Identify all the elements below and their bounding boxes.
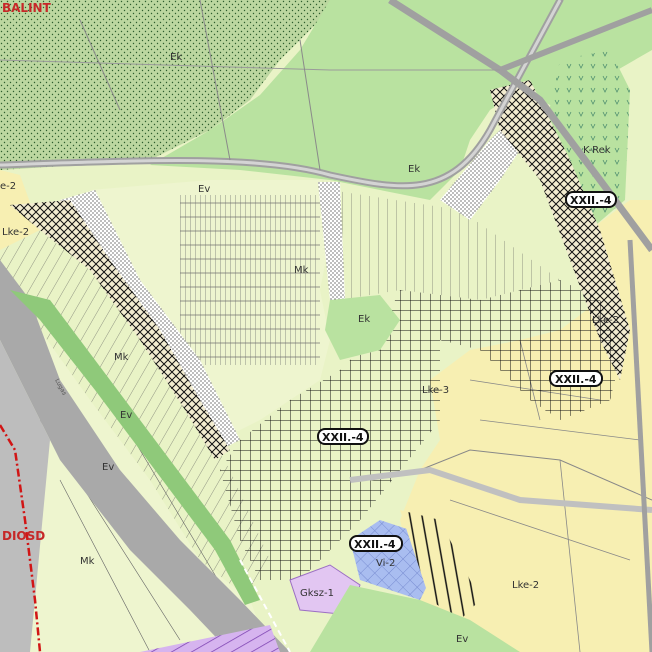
zone-label-e2: e-2 [0,181,16,192]
zoning-map[interactable]: Lugas BALINT DIOSD Ek Ek Ek Ev Ev Ev Ev … [0,0,652,652]
place-name-diosd: DIOSD [2,529,45,543]
plan-badge-text: XXII.-4 [570,194,612,207]
zone-label-mk: Mk [80,556,95,567]
zone-label-lke2: Lke-2 [512,580,539,591]
zone-label-ev: Ev [120,410,132,421]
zone-label-ev: Ev [456,634,468,645]
zone-label-gksz1: Gksz-1 [300,588,334,599]
plan-badge[interactable]: XXII.-4 [317,428,369,445]
plan-badge[interactable]: XXII.-4 [565,191,617,208]
zone-label-vi2: Vi-2 [376,558,395,569]
zone-label-ev: Ev [198,184,210,195]
zone-label-lke3: Lke-3 [422,385,449,396]
zone-label-ek: Ek [170,52,182,63]
place-name-balint: BALINT [2,1,52,15]
zone-label-ek: Ek [408,164,420,175]
plan-badge-text: XXII.-4 [555,373,597,386]
zone-label-k-rek: K-Rek [583,145,611,156]
plan-badge-text: XXII.-4 [322,431,364,444]
plan-badge[interactable]: XXII.-4 [349,535,403,552]
zone-label-mk: Mk [114,352,129,363]
zone-label-ev: Ev [102,462,114,473]
zone-label-lke2: Lke-2 [592,315,619,326]
zone-label-lke2: Lke-2 [2,227,29,238]
dense-parcels [180,195,320,365]
zone-label-ek: Ek [358,314,370,325]
zone-label-mk: Mk [294,265,309,276]
plan-badge[interactable]: XXII.-4 [549,370,603,387]
plan-badge-text: XXII.-4 [354,538,396,551]
